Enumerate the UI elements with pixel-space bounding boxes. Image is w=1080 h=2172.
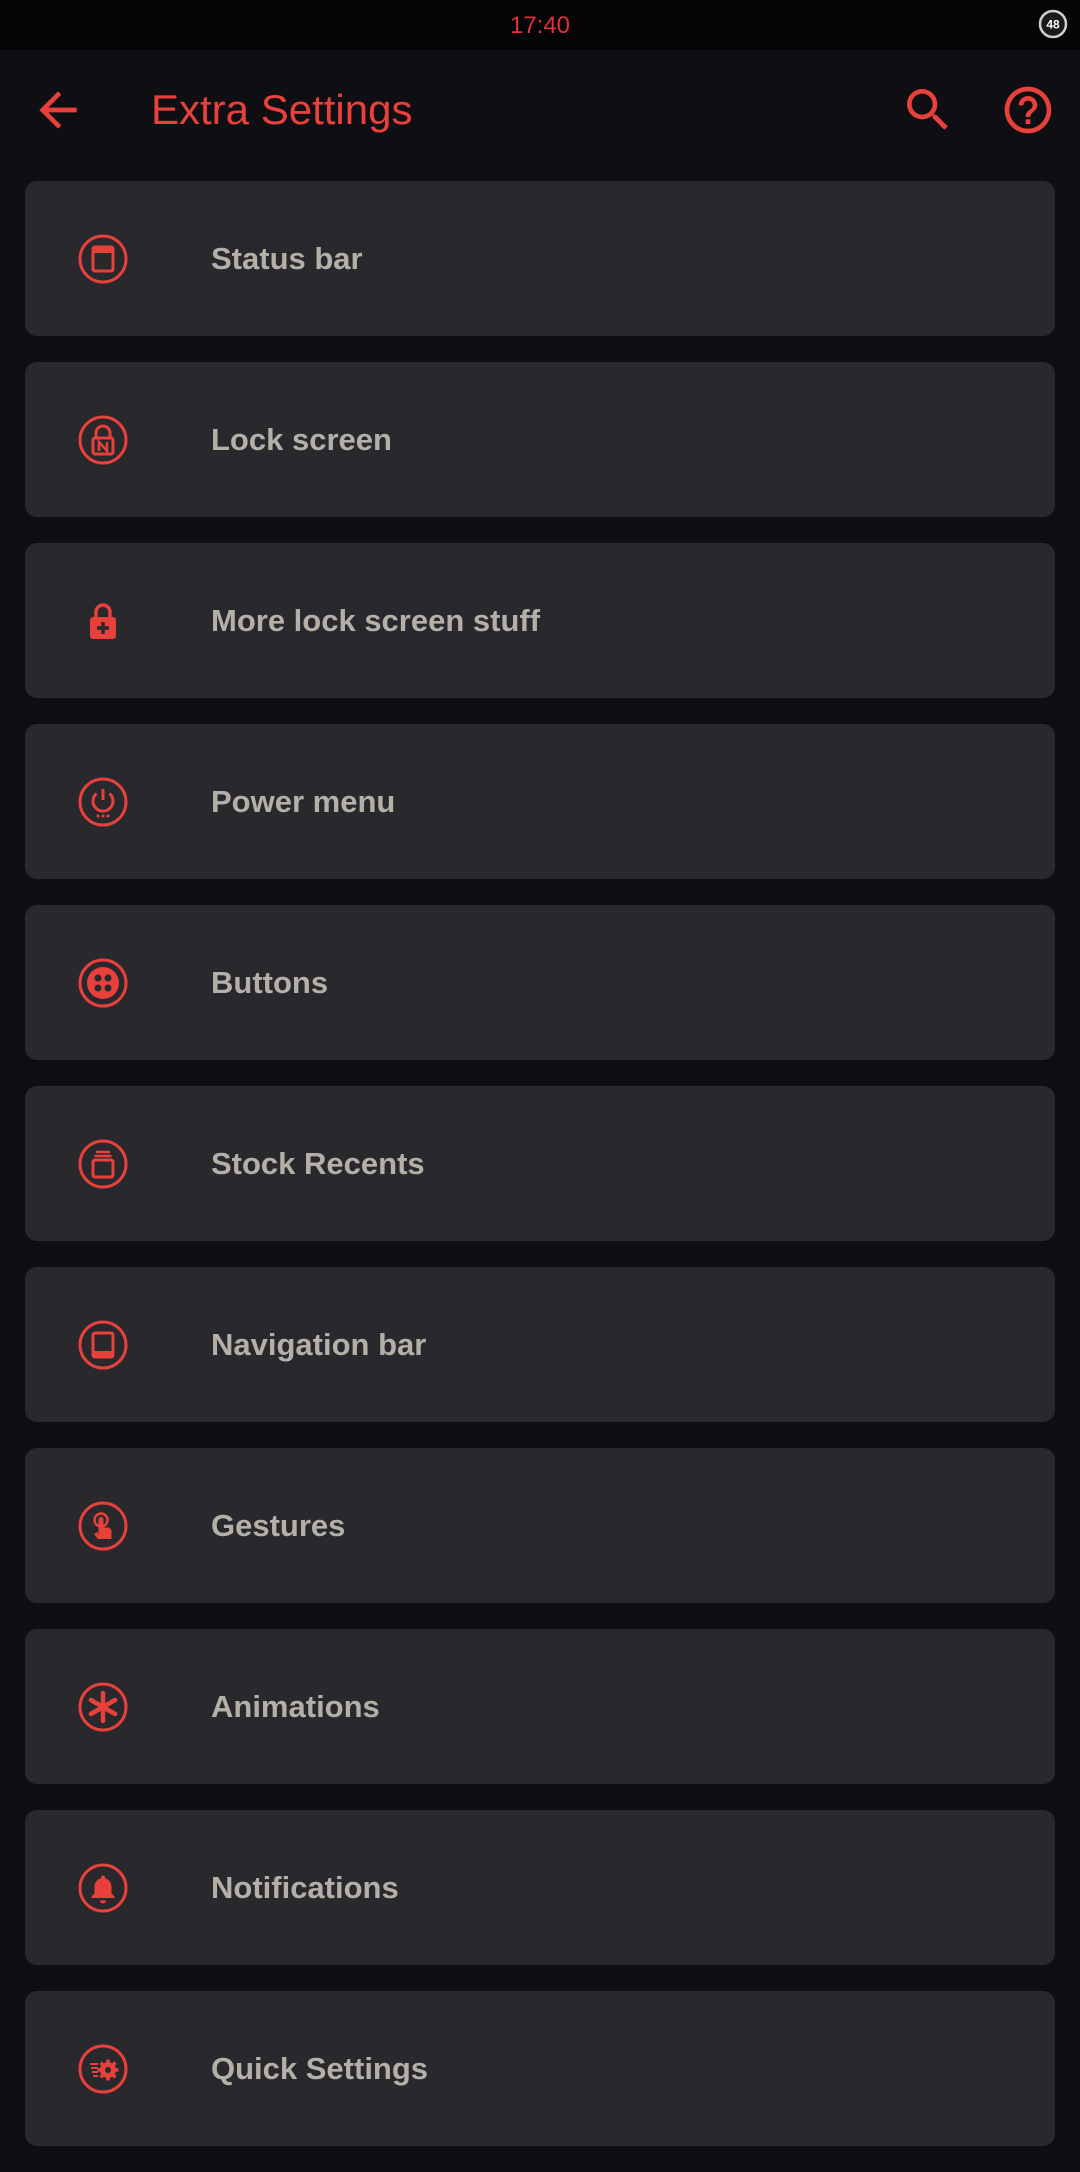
lock-screen-icon [77,414,129,466]
settings-item-gestures[interactable]: Gestures [25,1448,1055,1603]
status-time: 17:40 [509,12,571,39]
settings-item-more-lock-screen[interactable]: More lock screen stuff [25,543,1055,698]
settings-item-label: Gestures [211,1508,346,1543]
battery-icon: 48 [1038,9,1068,39]
settings-item-lock-screen[interactable]: Lock screen [25,362,1055,517]
settings-item-label: Power menu [211,784,396,819]
settings-item-power-menu[interactable]: Power menu [25,724,1055,879]
buttons-icon [77,957,129,1009]
help-icon[interactable] [1000,82,1056,138]
settings-item-status-bar[interactable]: Status bar [25,181,1055,336]
settings-item-label: Notifications [211,1870,399,1905]
status-bar-icon [77,233,129,285]
settings-item-label: Buttons [211,965,329,1000]
animation-icon [77,1681,129,1733]
page-title: Extra Settings [151,86,413,133]
gesture-icon [77,1500,129,1552]
status-bar: 17:40 48 [0,0,1080,50]
settings-item-buttons[interactable]: Buttons [25,905,1055,1060]
app-bar: Extra Settings [0,50,1080,170]
arrow-back-icon[interactable] [30,82,86,138]
battery-level: 48 [1046,18,1060,32]
navigation-bar-icon [77,1319,129,1371]
settings-item-quick-settings[interactable]: Quick Settings [25,1991,1055,2146]
search-icon[interactable] [900,82,956,138]
recents-icon [77,1138,129,1190]
settings-item-label: More lock screen stuff [211,603,541,638]
settings-item-label: Navigation bar [211,1327,427,1362]
settings-list: Status bar Lock screen More lock screen … [25,181,1055,2172]
notification-bell-icon [77,1862,129,1914]
settings-item-notifications[interactable]: Notifications [25,1810,1055,1965]
lock-plus-icon [77,595,129,647]
settings-item-animations[interactable]: Animations [25,1629,1055,1784]
power-menu-icon [77,776,129,828]
settings-item-label: Status bar [211,241,363,276]
settings-item-stock-recents[interactable]: Stock Recents [25,1086,1055,1241]
settings-item-label: Stock Recents [211,1146,425,1181]
settings-item-label: Animations [211,1689,380,1724]
settings-item-navigation-bar[interactable]: Navigation bar [25,1267,1055,1422]
quick-settings-icon [77,2043,129,2095]
settings-item-label: Lock screen [211,422,392,457]
settings-item-label: Quick Settings [211,2051,429,2086]
